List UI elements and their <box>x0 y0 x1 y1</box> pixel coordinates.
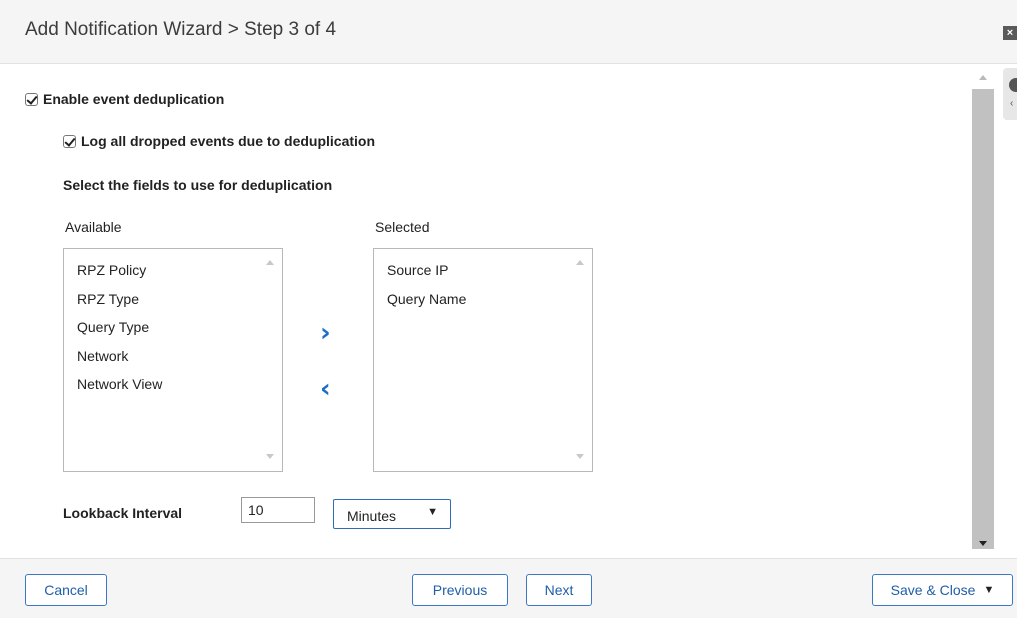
log-dropped-label[interactable]: Log all dropped events due to deduplicat… <box>81 133 375 149</box>
add-field-button[interactable]: › <box>320 320 331 346</box>
selected-heading: Selected <box>375 219 430 235</box>
cancel-button[interactable]: Cancel <box>25 574 107 606</box>
scroll-down-icon[interactable] <box>576 454 584 459</box>
scroll-down-icon[interactable] <box>979 541 987 546</box>
list-item[interactable]: Query Type <box>77 316 282 345</box>
available-heading: Available <box>65 219 122 235</box>
previous-button[interactable]: Previous <box>412 574 508 606</box>
scroll-up-icon[interactable] <box>576 260 584 265</box>
wizard-footer: Cancel Previous Next Save & Close ▼ <box>0 558 1017 618</box>
list-item[interactable]: RPZ Policy <box>77 259 282 288</box>
enable-dedup-checkbox[interactable] <box>25 92 38 106</box>
lookback-unit-value[interactable]: Minutes <box>347 508 396 524</box>
remove-field-button[interactable]: ‹ <box>320 376 331 402</box>
next-button[interactable]: Next <box>526 574 592 606</box>
next-label[interactable]: Next <box>545 582 574 598</box>
dropdown-caret-icon[interactable]: ▼ <box>983 584 994 596</box>
enable-dedup-label[interactable]: Enable event deduplication <box>43 91 224 107</box>
selected-listbox[interactable]: Source IP Query Name <box>373 248 593 472</box>
scroll-down-icon[interactable] <box>266 454 274 459</box>
close-icon[interactable]: × <box>1003 26 1017 40</box>
wizard-header: Add Notification Wizard > Step 3 of 4 × <box>0 0 1017 64</box>
list-item[interactable]: Source IP <box>387 259 592 288</box>
scrollbar-thumb[interactable] <box>972 89 994 549</box>
chevron-left-icon[interactable]: ‹ <box>1010 98 1013 109</box>
scroll-up-icon[interactable] <box>266 260 274 265</box>
help-tab[interactable]: ‹ <box>1003 68 1017 120</box>
list-item[interactable]: Query Name <box>387 288 592 317</box>
lookback-interval-input[interactable] <box>241 497 315 523</box>
cancel-label[interactable]: Cancel <box>44 582 88 598</box>
save-close-button[interactable]: Save & Close ▼ <box>872 574 1013 606</box>
fields-title: Select the fields to use for deduplicati… <box>63 177 333 193</box>
list-item[interactable]: RPZ Type <box>77 288 282 317</box>
available-listbox[interactable]: RPZ Policy RPZ Type Query Type Network N… <box>63 248 283 472</box>
save-close-label[interactable]: Save & Close <box>891 582 976 598</box>
lookback-label: Lookback Interval <box>63 505 183 521</box>
content-scrollbar[interactable] <box>972 66 994 556</box>
list-item[interactable]: Network <box>77 345 282 374</box>
enable-dedup-row[interactable]: Enable event deduplication <box>25 91 224 107</box>
log-dropped-checkbox[interactable] <box>63 134 76 148</box>
list-item[interactable]: Network View <box>77 373 282 402</box>
wizard-title: Add Notification Wizard > Step 3 of 4 <box>25 19 337 40</box>
log-dropped-row[interactable]: Log all dropped events due to deduplicat… <box>63 133 375 149</box>
caret-down-icon[interactable]: ▼ <box>427 506 438 518</box>
lookback-unit-select[interactable]: Minutes ▼ <box>333 499 451 529</box>
previous-label[interactable]: Previous <box>433 582 487 598</box>
scroll-up-icon[interactable] <box>979 75 987 80</box>
wizard-content: Enable event deduplication Log all dropp… <box>0 64 970 557</box>
help-icon[interactable] <box>1009 78 1017 92</box>
